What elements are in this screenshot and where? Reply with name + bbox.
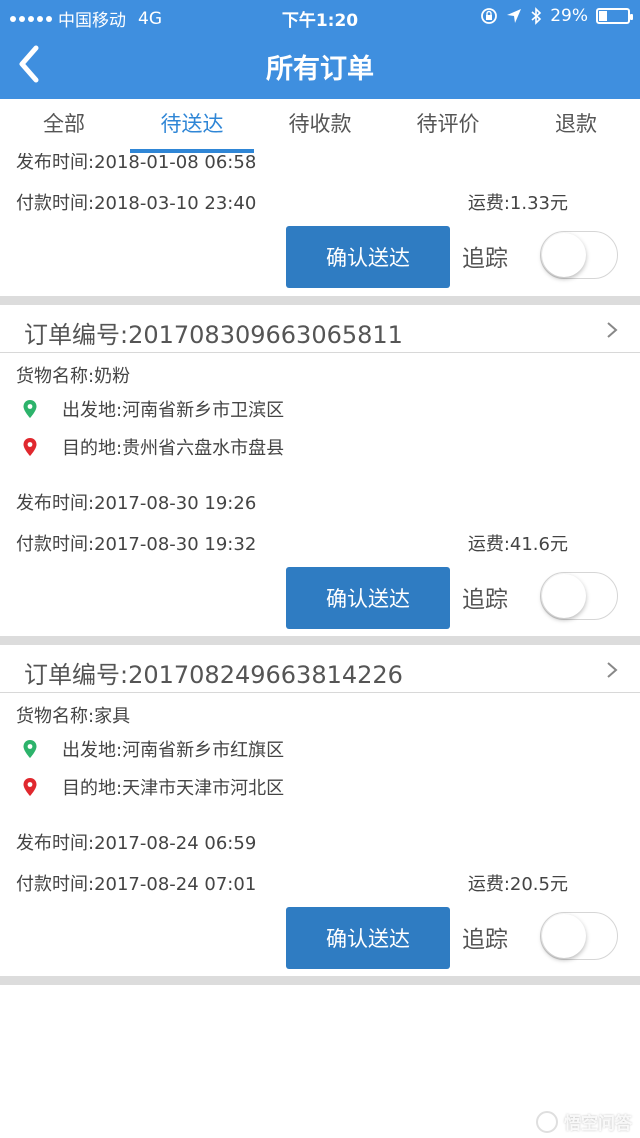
goods-name: 货物名称:奶粉 [16, 366, 131, 387]
publish-time: 发布时间:2018-01-08 06:58 [16, 153, 257, 173]
pay-time: 付款时间:2018-03-10 23:40 [16, 193, 257, 214]
order-card: 订单编号:201708309663065811 货物名称:奶粉 出发地:河南省新… [0, 305, 640, 635]
order-number: 订单编号:201708249663814226 [24, 661, 403, 689]
destination-row: 目的地:贵州省六盘水市盘县 [22, 434, 284, 460]
rotation-lock-icon [481, 8, 498, 24]
origin-text: 出发地:河南省新乡市红旗区 [62, 740, 285, 761]
tracking-toggle[interactable] [540, 912, 618, 960]
destination-row: 目的地:天津市天津市河北区 [22, 774, 284, 800]
shipping-fee: 运费:1.33元 [467, 193, 568, 214]
shipping-fee: 运费:41.6元 [467, 534, 568, 555]
order-header[interactable]: 订单编号:201708249663814226 [0, 645, 640, 693]
destination-pin-icon [23, 778, 37, 796]
page-title: 所有订单 [266, 54, 374, 85]
location-arrow-icon [507, 9, 522, 23]
shipping-fee: 运费:20.5元 [467, 874, 568, 895]
chevron-right-icon [607, 322, 618, 338]
tab-pending-review[interactable]: 待评价 [384, 99, 512, 151]
toggle-knob [542, 233, 586, 277]
tab-refund[interactable]: 退款 [512, 99, 640, 151]
watermark-text: 悟空问答 [564, 1114, 632, 1134]
pay-time: 付款时间:2017-08-24 07:01 [16, 874, 257, 895]
track-label: 追踪 [462, 927, 508, 953]
tracking-toggle[interactable] [540, 231, 618, 279]
tab-pending-delivery[interactable]: 待送达 [128, 99, 256, 153]
battery-level-fill [599, 11, 607, 21]
destination-text: 目的地:贵州省六盘水市盘县 [62, 438, 285, 459]
toggle-knob [542, 914, 586, 958]
order-divider [0, 296, 640, 305]
confirm-delivery-button[interactable]: 确认送达 [286, 226, 450, 288]
order-header[interactable]: 订单编号:201708309663065811 [0, 305, 640, 353]
pay-time: 付款时间:2017-08-30 19:32 [16, 534, 257, 555]
order-list[interactable]: 发布时间:2018-01-08 06:58 付款时间:2018-03-10 23… [0, 153, 640, 1138]
watermark: 悟空问答 [536, 1109, 632, 1134]
battery-icon [596, 8, 633, 24]
goods-name: 货物名称:家具 [16, 706, 131, 727]
track-label: 追踪 [462, 246, 508, 272]
tab-pending-payment[interactable]: 待收款 [256, 99, 384, 151]
bluetooth-icon [531, 7, 542, 25]
order-card: 订单编号:201708249663814226 货物名称:家具 出发地:河南省新… [0, 645, 640, 975]
order-divider [0, 636, 640, 645]
tab-all[interactable]: 全部 [0, 99, 128, 151]
publish-time: 发布时间:2017-08-30 19:26 [16, 493, 257, 514]
battery-percent: 29% [550, 6, 588, 26]
app-header: 中国移动 4G 下午1:20 29% 所有订单 [0, 0, 640, 99]
track-label: 追踪 [462, 587, 508, 613]
destination-text: 目的地:天津市天津市河北区 [62, 778, 285, 799]
back-arrow-icon [19, 45, 39, 83]
order-divider [0, 976, 640, 985]
toggle-knob [542, 574, 586, 618]
publish-time: 发布时间:2017-08-24 06:59 [16, 833, 257, 854]
watermark-logo-icon [536, 1110, 558, 1133]
confirm-delivery-button[interactable]: 确认送达 [286, 907, 450, 969]
back-button[interactable] [14, 44, 54, 88]
status-bar: 中国移动 4G 下午1:20 29% [0, 0, 640, 32]
destination-pin-icon [23, 438, 37, 456]
origin-pin-icon [23, 400, 37, 418]
origin-pin-icon [23, 740, 37, 758]
order-status-tabs: 全部 待送达 待收款 待评价 退款 [0, 99, 640, 153]
chevron-right-icon [607, 662, 618, 678]
origin-row: 出发地:河南省新乡市卫滨区 [22, 396, 284, 422]
order-card: 发布时间:2018-01-08 06:58 付款时间:2018-03-10 23… [0, 153, 640, 301]
origin-text: 出发地:河南省新乡市卫滨区 [62, 400, 285, 421]
tracking-toggle[interactable] [540, 572, 618, 620]
status-bar-right: 29% [480, 6, 633, 26]
order-number: 订单编号:201708309663065811 [24, 321, 403, 349]
confirm-delivery-button[interactable]: 确认送达 [286, 567, 450, 629]
origin-row: 出发地:河南省新乡市红旗区 [22, 736, 284, 762]
